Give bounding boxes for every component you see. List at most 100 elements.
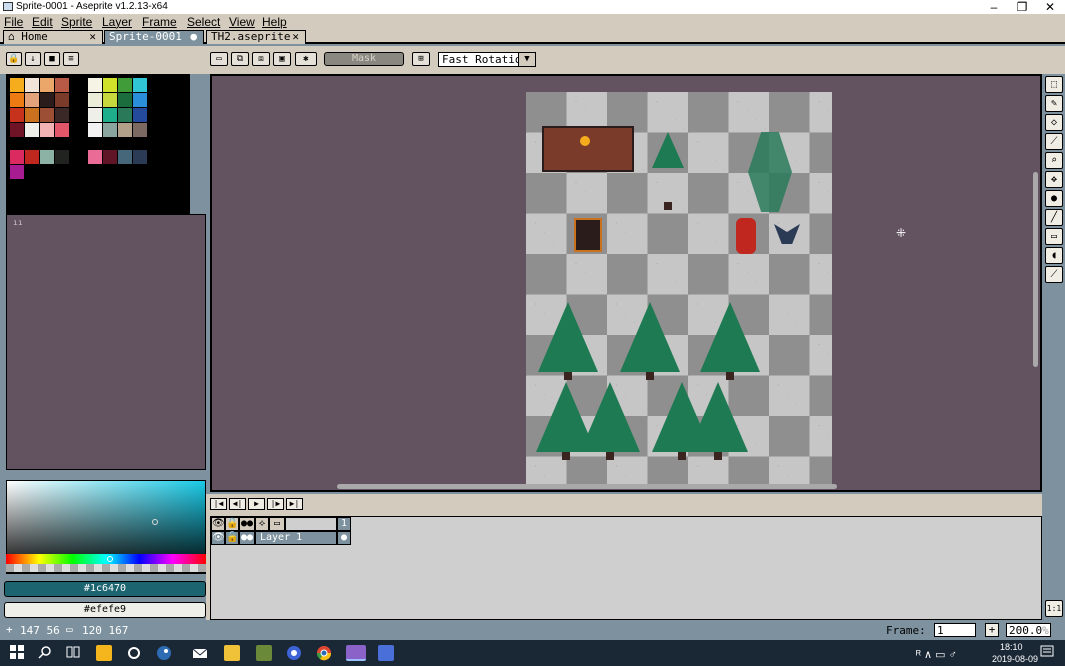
tray-icons[interactable]: ᴿ ∧ ▭ ♂ [916, 648, 957, 661]
vertical-scrollbar[interactable] [1033, 172, 1038, 367]
last-frame-icon[interactable]: ▶| [286, 498, 303, 510]
previous-frame-icon[interactable]: ◀| [229, 498, 246, 510]
palette-swatch[interactable] [103, 150, 117, 164]
palette-swatch[interactable] [25, 108, 39, 122]
selection-intersect-icon[interactable]: ▣ [273, 52, 291, 66]
paint-bucket-icon[interactable]: ● [1045, 190, 1063, 207]
minecraft-icon[interactable] [256, 645, 272, 661]
cel-marker-icon[interactable]: ● [337, 531, 351, 545]
palette-swatch[interactable] [25, 93, 39, 107]
frame-header[interactable]: 1 [337, 517, 351, 531]
menu-sprite[interactable]: Sprite [61, 15, 92, 29]
transparent-color-icon[interactable]: ✱ [295, 52, 317, 66]
palette-swatch[interactable] [25, 78, 39, 92]
frame-input[interactable]: 1 [934, 623, 976, 637]
layer-frame-icon[interactable]: ▭ [269, 517, 285, 531]
sort-down-icon[interactable]: ↓ [25, 52, 41, 66]
tab-th2-close-icon[interactable]: ✕ [292, 31, 299, 43]
file-explorer-icon[interactable] [224, 645, 240, 661]
palette-swatch[interactable] [40, 123, 54, 137]
eyedropper-icon[interactable]: ⟋ [1045, 133, 1063, 150]
blur-icon[interactable]: ⟋ [1045, 266, 1063, 283]
panel-toggle-icon[interactable]: ıı [13, 218, 23, 227]
unsaved-dot-icon[interactable]: ● [190, 31, 197, 43]
selection-replace-icon[interactable]: ▭ [210, 52, 228, 66]
palette-swatch[interactable] [88, 123, 102, 137]
search-icon[interactable] [38, 645, 54, 661]
mask-color-button[interactable]: Mask [324, 52, 404, 66]
move-icon[interactable]: ✥ [1045, 171, 1063, 188]
windows-start-icon[interactable] [10, 645, 26, 661]
contour-icon[interactable]: ◖ [1045, 247, 1063, 264]
palette-swatch[interactable] [103, 78, 117, 92]
layer-visibility-icon[interactable]: 👁 [211, 531, 225, 545]
menu-edit[interactable]: Edit [32, 15, 53, 29]
tab-home[interactable]: ⌂ Home ✕ [3, 30, 103, 44]
palette-swatch[interactable] [88, 150, 102, 164]
visibility-header-icon[interactable]: 👁 [211, 517, 225, 531]
maximize-button[interactable]: ❐ [1008, 0, 1036, 14]
canvas-editor[interactable]: ⁜ [210, 74, 1042, 492]
palette-swatch[interactable] [88, 93, 102, 107]
palette-swatch[interactable] [118, 93, 132, 107]
tab-th2[interactable]: TH2.aseprite ✕ [206, 30, 306, 44]
layer-name[interactable]: Layer 1 [255, 531, 337, 545]
lock-icon[interactable]: 🔒 [6, 52, 22, 66]
next-frame-icon[interactable]: |▶ [267, 498, 284, 510]
eraser-icon[interactable]: ◇ [1045, 114, 1063, 131]
first-frame-icon[interactable]: |◀ [210, 498, 227, 510]
preview-1to1-button[interactable]: 1:1 [1045, 600, 1063, 617]
layer-lock-icon[interactable]: 🔓 [225, 531, 239, 545]
palette-swatch[interactable] [55, 123, 69, 137]
palette-swatch[interactable] [10, 150, 24, 164]
dropdown-arrow-icon[interactable]: ▼ [518, 53, 535, 66]
aseprite-icon[interactable] [378, 645, 394, 661]
browser-icon[interactable] [286, 645, 302, 661]
continuous-header-icon[interactable]: ●● [239, 517, 255, 531]
selection-add-icon[interactable]: ⧉ [231, 52, 249, 66]
palette-swatch[interactable] [10, 123, 24, 137]
add-frame-button[interactable]: + [985, 623, 999, 637]
horizontal-scrollbar[interactable] [337, 484, 837, 489]
mail-icon[interactable] [192, 645, 208, 661]
palette-swatch[interactable] [103, 123, 117, 137]
sprite-canvas[interactable] [526, 92, 832, 486]
presets-icon[interactable]: ■ [44, 52, 60, 66]
palette-swatch[interactable] [133, 150, 147, 164]
hue-slider[interactable] [6, 554, 206, 564]
palette-swatch[interactable] [133, 123, 147, 137]
menu-view[interactable]: View [229, 15, 255, 29]
palette-swatch[interactable] [118, 108, 132, 122]
line-icon[interactable]: ╱ [1045, 209, 1063, 226]
menu-frame[interactable]: Frame [142, 15, 177, 29]
palette-swatch[interactable] [40, 93, 54, 107]
palette-swatch[interactable] [10, 165, 24, 179]
palette-swatch[interactable] [40, 108, 54, 122]
steam-icon[interactable] [156, 645, 172, 661]
menu-layer[interactable]: Layer [102, 15, 132, 29]
palette-swatch[interactable] [55, 108, 69, 122]
pivot-icon[interactable]: ⊞ [412, 52, 430, 66]
zoom-icon[interactable]: ⌕ [1045, 152, 1063, 169]
palette-swatch[interactable] [25, 123, 39, 137]
marquee-icon[interactable]: ⬚ [1045, 76, 1063, 93]
tab-home-close-icon[interactable]: ✕ [89, 31, 96, 43]
rectangle-icon[interactable]: ▭ [1045, 228, 1063, 245]
store-icon[interactable] [96, 645, 112, 661]
task-view-icon[interactable] [66, 645, 82, 661]
palette-swatch[interactable] [118, 123, 132, 137]
palette-swatch[interactable] [103, 108, 117, 122]
steam-settings-icon[interactable] [126, 645, 142, 661]
palette-swatch[interactable] [133, 108, 147, 122]
palette-swatch[interactable] [40, 150, 54, 164]
pencil-icon[interactable]: ✎ [1045, 95, 1063, 112]
menu-file[interactable]: File [4, 15, 23, 29]
play-icon[interactable]: ▶ [248, 498, 265, 510]
palette-swatch[interactable] [118, 150, 132, 164]
selection-subtract-icon[interactable]: ⧈ [252, 52, 270, 66]
twitch-icon[interactable] [346, 645, 366, 661]
palette-swatch[interactable] [103, 93, 117, 107]
palette-swatch[interactable] [88, 78, 102, 92]
palette-swatch[interactable] [55, 78, 69, 92]
rotation-algorithm-select[interactable]: Fast Rotation ▼ [438, 52, 536, 67]
